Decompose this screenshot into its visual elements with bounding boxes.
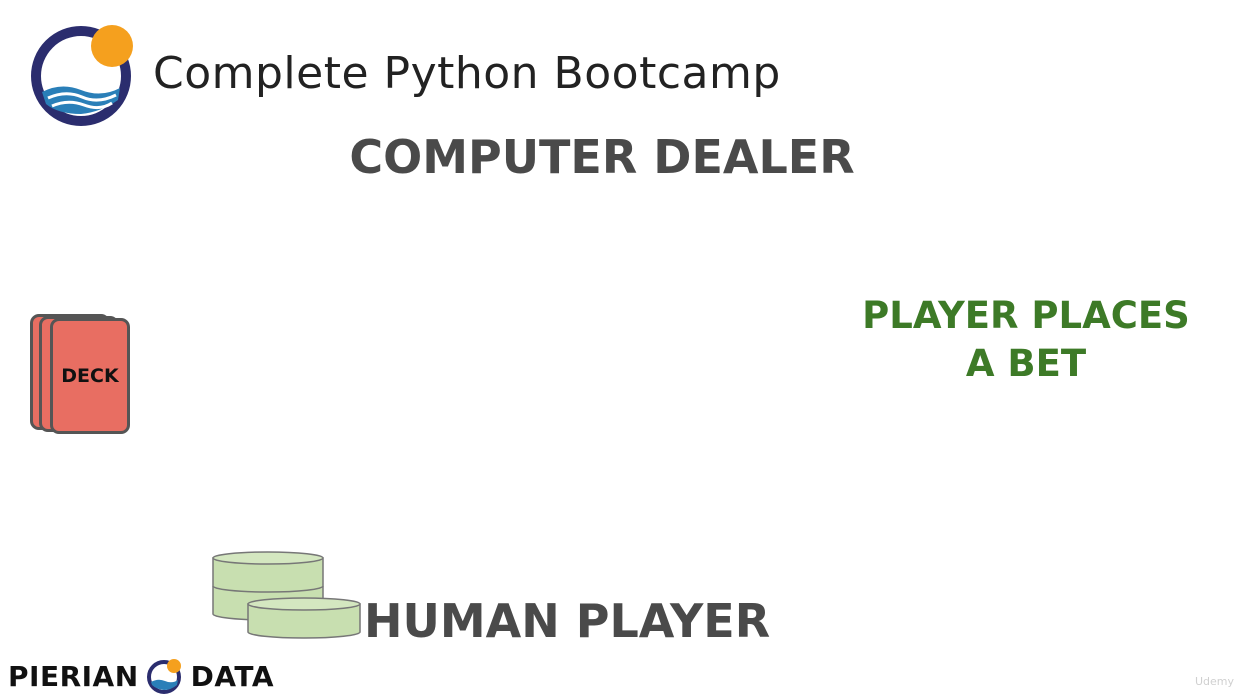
course-title: Complete Python Bootcamp	[153, 48, 781, 99]
computer-dealer-label: COMPUTER DEALER	[349, 130, 855, 184]
deck: DECK	[30, 312, 136, 438]
pierian-data-logo-icon	[145, 656, 185, 696]
bet-label-line2: A BET	[965, 342, 1087, 385]
human-player-label: HUMAN PLAYER	[364, 594, 771, 648]
deck-label: DECK	[61, 365, 119, 387]
chip-stack-icon	[210, 550, 366, 642]
player-places-bet-label: PLAYER PLACES A BET	[826, 292, 1226, 388]
brand-word-data: DATA	[190, 659, 274, 693]
udemy-watermark: Udemy	[1194, 675, 1234, 688]
pierian-data-brand: PIERIAN DATA	[8, 656, 274, 696]
course-logo-icon	[26, 20, 136, 130]
brand-word-pierian: PIERIAN	[8, 659, 139, 693]
bet-label-line1: PLAYER PLACES	[862, 294, 1190, 337]
